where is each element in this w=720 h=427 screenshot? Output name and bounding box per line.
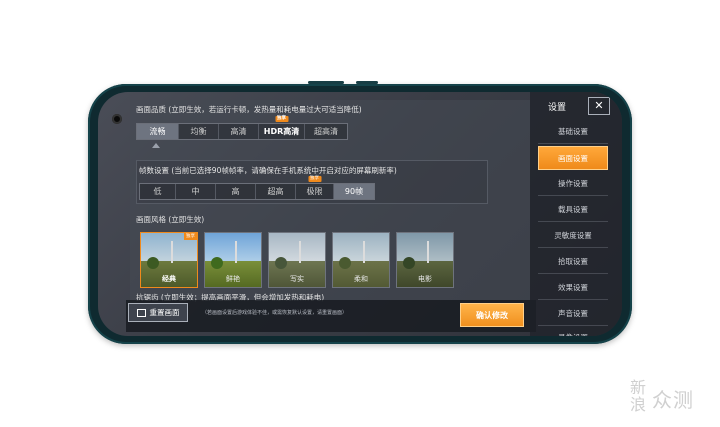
fps-option-ultra[interactable]: 超高 [256, 184, 296, 199]
style-card-classic[interactable]: 独享 经典 [140, 232, 198, 288]
style-card-label: 鲜艳 [226, 275, 240, 283]
sidebar-item-basic[interactable]: 基础设置 [538, 120, 608, 144]
watermark-char-2: 浪 [630, 395, 647, 414]
sidebar-item-graphics[interactable]: 画面设置 [538, 146, 608, 170]
quality-option-ultra-hd[interactable]: 超高清 [305, 124, 347, 139]
style-card-label: 写实 [290, 275, 304, 283]
watermark-text: 众测 [652, 388, 694, 412]
sidebar-item-effects[interactable]: 效果设置 [538, 276, 608, 300]
watermark-char-1: 新 [630, 378, 647, 397]
quality-option-hd[interactable]: 高清 [219, 124, 259, 139]
style-card-label: 电影 [418, 275, 432, 283]
style-title: 画面风格 (立即生效) [136, 215, 205, 224]
style-card-label: 柔和 [354, 275, 368, 283]
reset-graphics-button[interactable]: 重置画面 [128, 303, 188, 322]
sidebar-title: 设置 [548, 103, 567, 113]
bottom-action-bar: 重置画面 （若画面设置后游戏体验不佳，或需恢复默认设置，请重置画面） 确认修改 [126, 300, 536, 332]
close-icon[interactable]: ✕ [588, 97, 610, 115]
fps-option-low[interactable]: 低 [140, 184, 176, 199]
fps-exclusive-badge: 独享 [308, 176, 321, 182]
front-camera [112, 114, 122, 124]
fps-option-high[interactable]: 高 [216, 184, 256, 199]
reset-graphics-label: 重置画面 [149, 308, 180, 317]
sidebar-item-sound[interactable]: 声音设置 [538, 302, 608, 326]
watermark: 新 浪 众测 [630, 380, 710, 420]
fps-selector: 低 中 高 超高 独享 极限 90帧 [139, 176, 375, 200]
quality-title: 画面品质 (立即生效，若运行卡顿，发热量和耗电量过大可适当降低) [136, 105, 362, 114]
sidebar-item-vehicle[interactable]: 载具设置 [538, 198, 608, 222]
graphics-settings-panel: 画面品质 (立即生效，若运行卡顿，发热量和耗电量过大可适当降低) 流畅 均衡 高… [130, 100, 530, 302]
fps-title: 帧数设置 (当前已选择90帧帧率，请确保在手机系统中开启对应的屏幕刷新率) [139, 166, 397, 175]
style-card-soft[interactable]: 柔和 [332, 232, 390, 288]
sidebar-item-controls[interactable]: 操作设置 [538, 172, 608, 196]
sidebar-item-pickup[interactable]: 拾取设置 [538, 250, 608, 274]
fps-section: 帧数设置 (当前已选择90帧帧率，请确保在手机系统中开启对应的屏幕刷新率) 低 … [136, 160, 488, 204]
reset-hint-text: （若画面设置后游戏体验不佳，或需恢复默认设置，请重置画面） [202, 310, 348, 316]
power-button [356, 81, 378, 84]
selection-pointer-icon [152, 143, 160, 148]
volume-button [308, 81, 344, 84]
style-card-realistic[interactable]: 写实 [268, 232, 326, 288]
quality-option-balanced[interactable]: 均衡 [179, 124, 219, 139]
fps-option-medium[interactable]: 中 [176, 184, 216, 199]
style-card-label: 经典 [162, 275, 176, 283]
sidebar-item-recording[interactable]: 录像设置 [538, 326, 608, 336]
phone-frame: 画面品质 (立即生效，若运行卡顿，发热量和耗电量过大可适当降低) 流畅 均衡 高… [88, 81, 632, 344]
settings-sidebar: 设置 ✕ 基础设置 画面设置 操作设置 载具设置 灵敏度设置 拾取设置 效果设置… [530, 92, 622, 336]
quality-option-hdr-label: HDR高清 [263, 127, 300, 136]
quality-selector: 流畅 均衡 高清 独享 HDR高清 超高清 [136, 116, 348, 140]
screen-icon [136, 308, 146, 317]
game-screen: 画面品质 (立即生效，若运行卡顿，发热量和耗电量过大可适当降低) 流畅 均衡 高… [98, 92, 622, 336]
fps-option-90[interactable]: 90帧 [334, 184, 374, 199]
fps-option-extreme[interactable]: 独享 极限 [296, 176, 334, 199]
style-card-cinematic[interactable]: 电影 [396, 232, 454, 288]
fps-option-extreme-label: 极限 [306, 187, 323, 196]
classic-exclusive-badge: 独享 [184, 233, 197, 240]
style-card-vivid[interactable]: 鲜艳 [204, 232, 262, 288]
hdr-exclusive-badge: 独享 [275, 116, 288, 122]
sidebar-item-sensitivity[interactable]: 灵敏度设置 [538, 224, 608, 248]
quality-option-hdr[interactable]: 独享 HDR高清 [259, 116, 305, 139]
confirm-changes-button[interactable]: 确认修改 [460, 303, 524, 327]
style-cards: 独享 经典 鲜艳 写实 柔和 电影 [140, 232, 454, 288]
quality-option-smooth[interactable]: 流畅 [137, 124, 179, 139]
